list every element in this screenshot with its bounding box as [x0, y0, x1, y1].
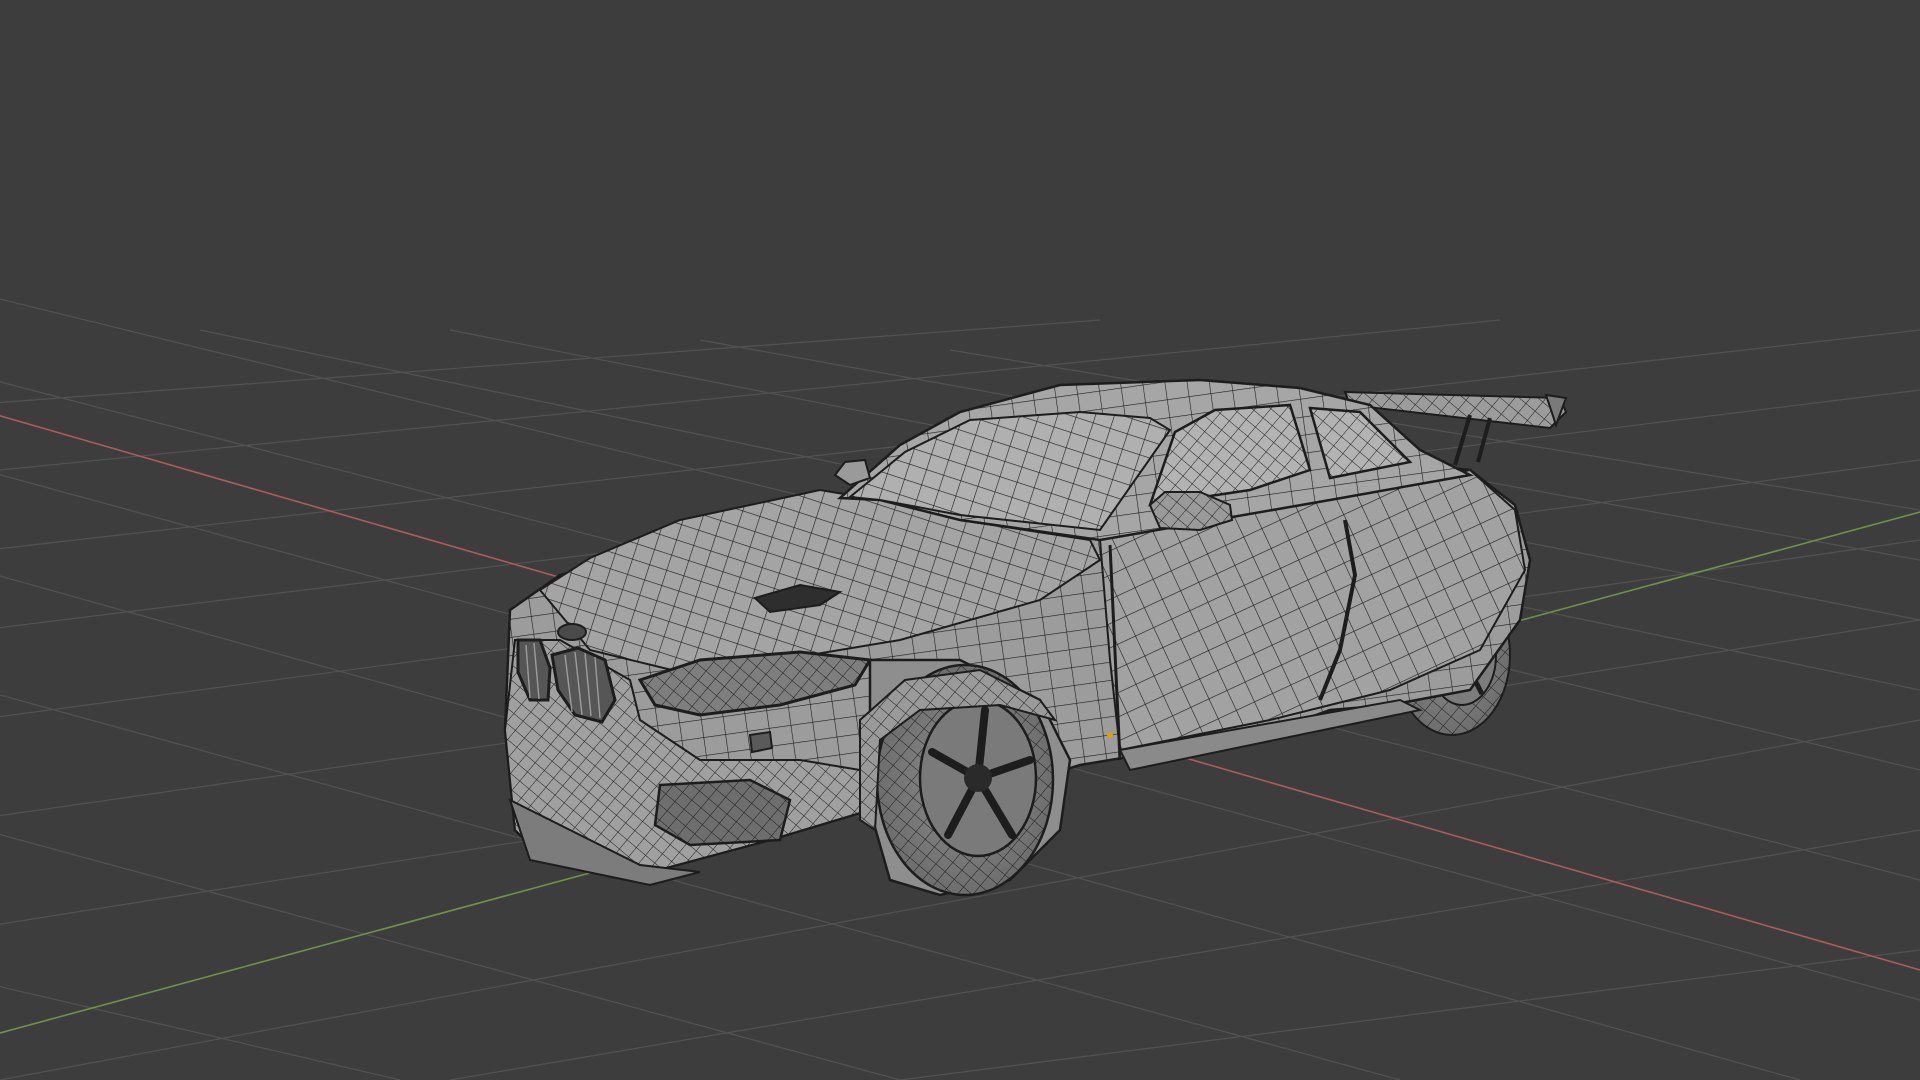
object-origin-marker	[1107, 732, 1113, 738]
side-marker	[748, 730, 774, 754]
car-model[interactable]	[503, 378, 1568, 897]
viewport-canvas[interactable]	[0, 0, 1920, 1080]
hood-badge	[557, 623, 587, 641]
3d-viewport[interactable]	[0, 0, 1920, 1080]
